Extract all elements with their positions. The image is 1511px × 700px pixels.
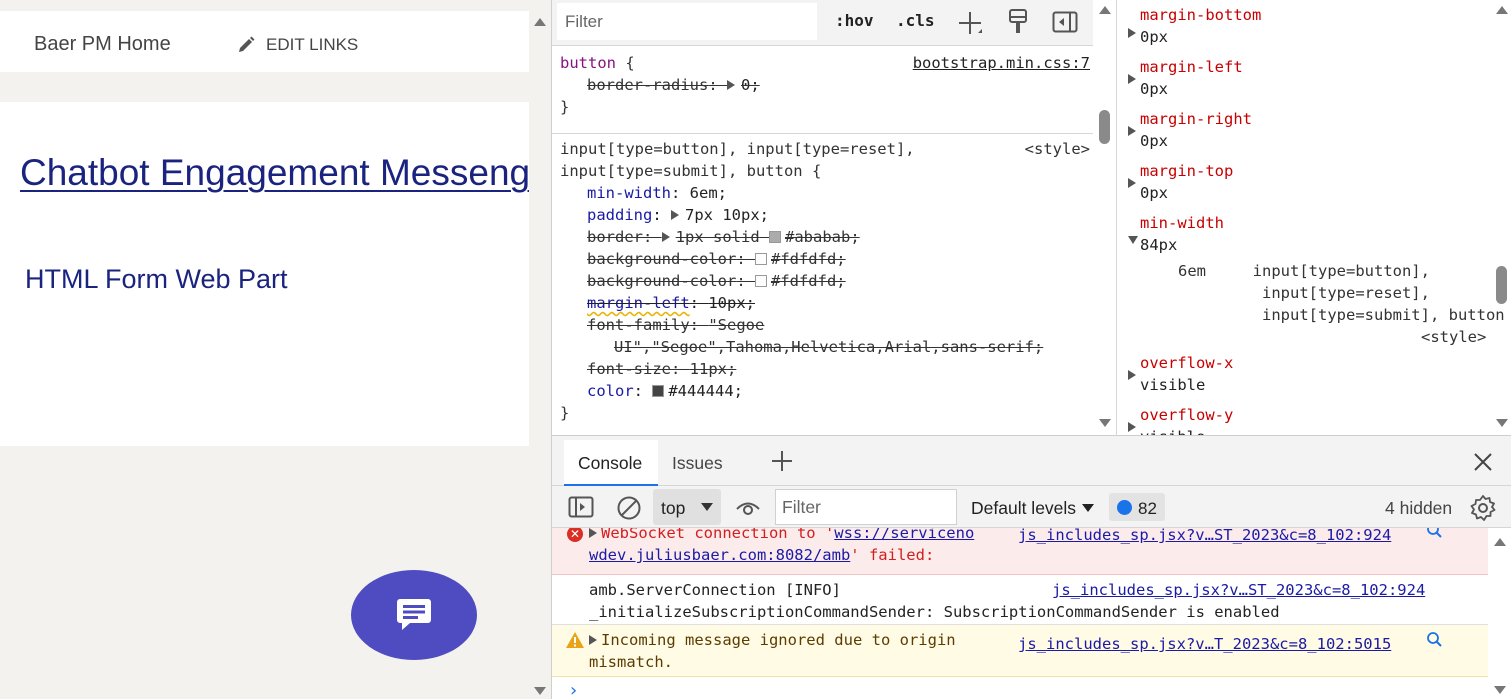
scroll-down-arrow-icon[interactable] [1099,419,1111,427]
chevron-down-icon [701,503,713,511]
console-drawer: Console Issues top Default levels 82 4 h… [552,435,1511,700]
tab-console[interactable]: Console [564,440,658,486]
chatbot-launcher-button[interactable] [351,570,477,660]
declaration-min-width[interactable]: min-width: 6em; [552,182,1097,204]
computed-prop-margin-bottom[interactable]: margin-bottom 0px [1128,4,1261,48]
declaration-background-color[interactable]: background-color: #fdfdfd; [552,248,1097,270]
edit-links-button[interactable]: EDIT LINKS [236,35,358,55]
rule-source-link[interactable]: bootstrap.min.css:7 [913,52,1090,74]
page-scrollbar[interactable] [529,0,551,699]
scroll-thumb[interactable] [1099,110,1110,144]
message-source-link[interactable]: js_includes_sp.jsx?v…ST_2023&c=8_102:924 [1052,579,1425,601]
css-rule-button: button { bootstrap.min.css:7 border-radi… [552,52,1097,134]
console-message-warning[interactable]: Incoming message ignored due to origin m… [552,625,1488,677]
trace-source-style[interactable]: <style> [1421,326,1486,348]
page-content: Chatbot Engagement Messeng HTML Form Web… [0,102,530,446]
chevron-down-icon [1082,504,1095,512]
computed-prop-overflow-x[interactable]: overflow-x visible [1128,352,1233,396]
declaration-padding[interactable]: padding: 7px 10px; [552,204,1097,226]
tab-issues[interactable]: Issues [672,453,723,474]
computed-prop-overflow-y[interactable]: overflow-yvisible [1128,404,1233,435]
edit-links-label: EDIT LINKS [266,35,359,54]
computed-prop-margin-left[interactable]: margin-left 0px [1128,56,1243,100]
sidebar-toggle-icon[interactable] [568,496,594,518]
color-swatch[interactable] [652,385,665,397]
paint-brush-icon[interactable] [1007,8,1029,36]
styles-toolbar: :hov .cls [552,0,1116,46]
computed-prop-margin-right[interactable]: margin-right 0px [1128,108,1252,152]
sharepoint-page: Baer PM Home EDIT LINKS Chatbot Engageme… [0,0,530,699]
message-source-link[interactable]: js_includes_sp.jsx?v…T_2023&c=8_102:5015 [1018,633,1391,655]
top-navigation: Baer PM Home EDIT LINKS [0,11,530,72]
class-toggle[interactable]: .cls [896,11,935,30]
sidebar-icon[interactable] [1052,10,1078,34]
scroll-thumb[interactable] [1496,266,1507,304]
chat-icon [397,599,431,630]
message-source-link[interactable]: js_includes_sp.jsx?v…ST_2023&c=8_102:924 [1018,528,1391,546]
issues-count-badge[interactable]: 82 [1109,493,1165,521]
rule-source-style[interactable]: <style> [1025,138,1090,160]
webpart-title: HTML Form Web Part [25,264,288,294]
magnifier-icon[interactable] [1426,528,1442,538]
scroll-up-arrow-icon[interactable] [1099,6,1111,14]
settings-gear-icon[interactable] [1469,494,1497,522]
styles-filter-input[interactable] [557,3,817,40]
hover-state-toggle[interactable]: :hov [835,11,874,30]
nav-link-home[interactable]: Baer PM Home [34,33,171,56]
clear-console-icon[interactable] [616,495,642,521]
declaration-font-size[interactable]: font-size: 11px; [552,358,1097,380]
scroll-down-arrow-icon[interactable] [534,687,546,695]
computed-prop-min-width[interactable]: min-width 84px [1128,212,1224,256]
magnifier-icon[interactable] [1426,631,1442,647]
error-icon: ✕ [567,528,583,542]
devtools-panel: :hov .cls button { bootstrap.min.css:7 b… [551,0,1511,700]
declaration-color[interactable]: color: #444444; [552,380,1097,402]
console-message-info[interactable]: amb.ServerConnection [INFO] _initializeS… [552,575,1488,625]
css-rule-input-button: input[type=button], input[type=reset], i… [552,138,1097,435]
computed-prop-margin-top[interactable]: margin-top 0px [1128,160,1233,204]
console-scrollbar[interactable] [1488,528,1511,700]
plus-icon[interactable] [956,9,984,37]
color-swatch[interactable] [754,275,767,287]
console-prompt-icon[interactable]: › [570,680,577,700]
close-icon[interactable] [1472,451,1494,473]
computed-trace: 6em input[type=button], input[type=reset… [1178,262,1505,324]
scroll-up-arrow-icon[interactable] [1494,538,1506,546]
context-selector[interactable]: top [653,489,721,525]
scroll-down-arrow-icon[interactable] [1494,686,1506,694]
scroll-up-arrow-icon[interactable] [534,18,546,26]
rule-selector: button [560,54,616,72]
page-top-strip [0,0,530,11]
message-icon [1117,499,1132,515]
styles-pane: :hov .cls button { bootstrap.min.css:7 b… [552,0,1117,435]
declaration-background-color-2[interactable]: background-color: #fdfdfd; [552,270,1097,292]
color-swatch[interactable] [769,231,782,243]
declaration-border[interactable]: border: 1px solid #ababab; [552,226,1097,248]
page-title-link[interactable]: Chatbot Engagement Messeng [20,152,530,194]
warning-icon [566,632,584,648]
console-message-error[interactable]: ✕ WebSocket connection to 'wss://service… [552,528,1488,575]
declaration-font-family[interactable]: font-family: "Segoe [552,314,1097,336]
scroll-up-arrow-icon[interactable] [1496,6,1508,14]
styles-scrollbar[interactable] [1093,0,1116,435]
drawer-tab-bar: Console Issues [552,436,1511,486]
pencil-icon [239,36,255,52]
scroll-down-arrow-icon[interactable] [1496,419,1508,427]
declaration-border-radius[interactable]: border-radius: 0; [552,74,1097,96]
rule-selector: input[type=button], input[type=reset], [560,140,915,158]
computed-pane: margin-bottom 0px margin-left 0px margin-r… [1118,0,1511,435]
plus-icon[interactable] [770,449,794,473]
eye-icon[interactable] [735,496,761,520]
log-levels-dropdown[interactable]: Default levels [971,498,1095,519]
declaration-margin-left[interactable]: margin-left: 10px; [552,292,1097,314]
color-swatch[interactable] [754,253,767,265]
console-toolbar: top Default levels 82 4 hidden [552,486,1511,528]
console-filter-input[interactable] [775,489,957,525]
hidden-messages-count: 4 hidden [1385,498,1453,518]
console-messages: ✕ WebSocket connection to 'wss://service… [552,528,1488,700]
